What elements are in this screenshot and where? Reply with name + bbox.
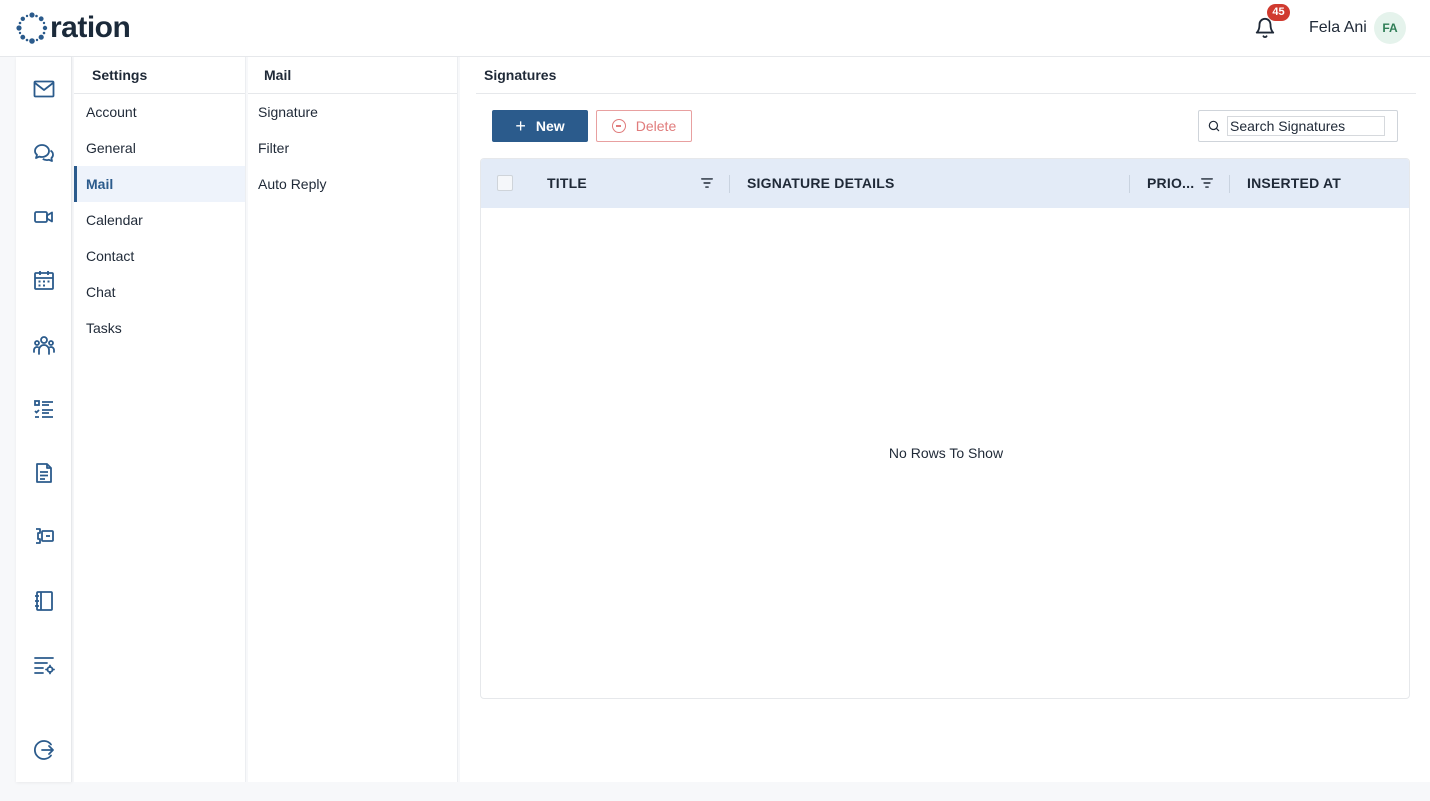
mail-item-filter[interactable]: Filter: [248, 130, 457, 166]
minus-circle-icon: [611, 119, 626, 133]
mail-submenu: Mail Signature Filter Auto Reply: [248, 57, 458, 782]
empty-table-message: No Rows To Show: [888, 445, 1004, 461]
column-separator[interactable]: [1229, 175, 1230, 193]
calendar-icon[interactable]: [32, 268, 56, 292]
column-header-priority[interactable]: PRIO...: [1147, 159, 1194, 208]
document-icon[interactable]: [32, 461, 56, 485]
logo-dots-icon: [16, 12, 48, 44]
video-icon[interactable]: [32, 205, 56, 229]
plus-icon: +: [515, 116, 526, 136]
column-separator[interactable]: [1129, 175, 1130, 193]
signatures-panel: Signatures + New Delete TITLE SIGNATURE …: [460, 57, 1430, 782]
logout-icon[interactable]: [32, 738, 56, 762]
settings-item-account[interactable]: Account: [74, 94, 245, 130]
contacts-icon[interactable]: [32, 333, 56, 357]
filter-icon[interactable]: [700, 176, 714, 190]
app-logo[interactable]: ration: [16, 11, 131, 44]
top-bar: ration 45 Fela Ani FA: [0, 0, 1430, 57]
search-input[interactable]: [1227, 116, 1385, 136]
mail-icon[interactable]: [32, 77, 56, 101]
column-header-title[interactable]: TITLE: [547, 159, 587, 208]
settings-title: Settings: [74, 57, 245, 94]
settings-item-mail[interactable]: Mail: [74, 166, 245, 202]
settings-item-general[interactable]: General: [74, 130, 245, 166]
new-button-label: New: [535, 118, 565, 134]
delete-signature-button[interactable]: Delete: [596, 110, 692, 142]
search-icon: [1208, 120, 1220, 132]
settings-item-chat[interactable]: Chat: [74, 274, 245, 310]
mail-item-signature[interactable]: Signature: [248, 94, 457, 130]
logo-text: ration: [50, 11, 131, 44]
settings-item-contact[interactable]: Contact: [74, 238, 245, 274]
new-signature-button[interactable]: + New: [492, 110, 588, 142]
page-title: Signatures: [476, 57, 1416, 94]
settings-item-calendar[interactable]: Calendar: [74, 202, 245, 238]
avatar[interactable]: FA: [1374, 12, 1406, 44]
settings-menu: Settings Account General Mail Calendar C…: [74, 57, 246, 782]
column-separator[interactable]: [729, 175, 730, 193]
mail-item-auto-reply[interactable]: Auto Reply: [248, 166, 457, 202]
settings-list-icon[interactable]: [32, 653, 56, 677]
search-box: [1198, 110, 1398, 142]
notebook-icon[interactable]: [32, 589, 56, 613]
filter-icon[interactable]: [1200, 176, 1214, 190]
user-name[interactable]: Fela Ani: [1309, 19, 1367, 37]
board-icon[interactable]: [32, 524, 56, 548]
chat-icon[interactable]: [32, 141, 56, 165]
column-header-inserted-at[interactable]: INSERTED AT: [1247, 159, 1341, 208]
column-header-signature-details[interactable]: SIGNATURE DETAILS: [747, 159, 895, 208]
settings-item-tasks[interactable]: Tasks: [74, 310, 245, 346]
tasks-icon[interactable]: [32, 397, 56, 421]
select-all-checkbox[interactable]: [497, 175, 513, 191]
icon-rail: [16, 57, 72, 782]
table-header: TITLE SIGNATURE DETAILS PRIO... INSERTED…: [481, 159, 1409, 208]
delete-button-label: Delete: [635, 118, 677, 134]
mail-submenu-title: Mail: [248, 57, 457, 94]
notification-badge[interactable]: 45: [1267, 4, 1290, 21]
signatures-table: TITLE SIGNATURE DETAILS PRIO... INSERTED…: [480, 158, 1410, 699]
